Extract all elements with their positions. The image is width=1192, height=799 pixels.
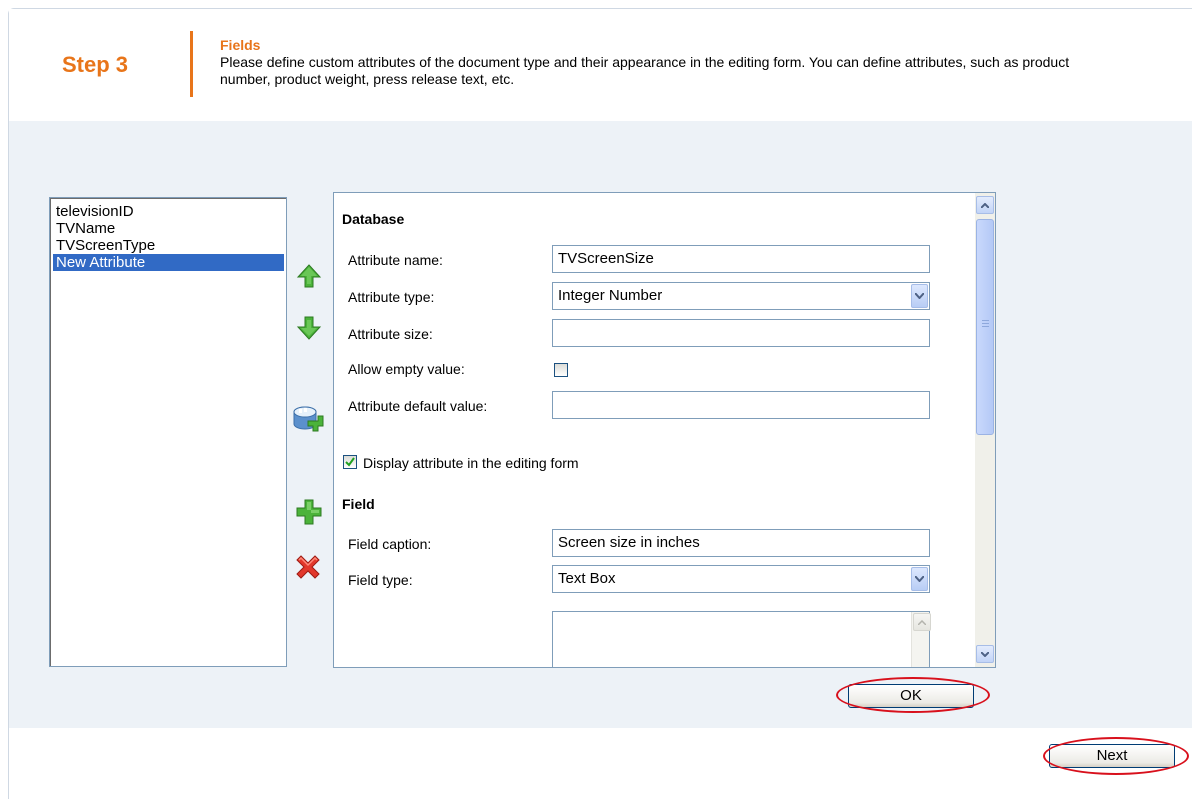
panel-scrollbar[interactable]: [975, 193, 995, 667]
step-label: Step 3: [62, 52, 129, 77]
section-title: Fields: [220, 37, 261, 53]
display-in-form-checkbox[interactable]: [343, 455, 357, 469]
add-field-icon[interactable]: [295, 498, 323, 526]
move-down-arrow-icon[interactable]: [295, 314, 323, 342]
field-caption-label: Field caption:: [348, 536, 432, 552]
list-item[interactable]: TVName: [53, 220, 284, 237]
attribute-size-label: Attribute size:: [348, 326, 433, 342]
allow-empty-checkbox[interactable]: [554, 363, 568, 377]
textarea-scrollbar[interactable]: [911, 612, 931, 667]
wizard-footer: [9, 728, 1192, 799]
chevron-down-icon[interactable]: [911, 284, 928, 308]
default-value-input[interactable]: [552, 391, 930, 419]
field-caption-input[interactable]: Screen size in inches: [552, 529, 930, 557]
attribute-type-label: Attribute type:: [348, 289, 435, 305]
display-in-form-label: Display attribute in the editing form: [363, 455, 579, 471]
scroll-up-icon[interactable]: [976, 196, 994, 214]
list-item[interactable]: TVScreenType: [53, 237, 284, 254]
attribute-form-panel: Database Attribute name: TVScreenSize At…: [333, 192, 996, 668]
field-type-value: Text Box: [558, 570, 616, 587]
attribute-name-label: Attribute name:: [348, 252, 443, 268]
ok-button[interactable]: OK: [848, 684, 974, 708]
scroll-up-icon[interactable]: [913, 613, 931, 631]
field-heading: Field: [342, 496, 375, 512]
delete-icon[interactable]: [293, 552, 323, 582]
allow-empty-label: Allow empty value:: [348, 361, 465, 377]
new-database-attribute-icon[interactable]: [291, 403, 325, 437]
scroll-thumb[interactable]: [976, 219, 994, 435]
default-value-label: Attribute default value:: [348, 398, 488, 414]
chevron-down-icon[interactable]: [911, 567, 928, 591]
next-button[interactable]: Next: [1049, 744, 1175, 768]
attribute-list[interactable]: televisionID TVName TVScreenType New Att…: [49, 197, 287, 667]
field-settings-textarea[interactable]: [552, 611, 931, 667]
field-type-label: Field type:: [348, 572, 413, 588]
list-item[interactable]: televisionID: [53, 203, 284, 220]
attribute-type-select[interactable]: Integer Number: [552, 282, 930, 310]
scroll-down-icon[interactable]: [976, 645, 994, 663]
attribute-type-value: Integer Number: [558, 287, 663, 304]
list-item-selected[interactable]: New Attribute: [53, 254, 284, 271]
database-heading: Database: [342, 211, 405, 227]
section-description: Please define custom attributes of the d…: [220, 54, 1070, 87]
attribute-name-input[interactable]: TVScreenSize: [552, 245, 930, 273]
field-type-select[interactable]: Text Box: [552, 565, 930, 593]
attribute-size-input[interactable]: [552, 319, 930, 347]
move-up-arrow-icon[interactable]: [295, 262, 323, 290]
step-divider: [190, 31, 193, 97]
